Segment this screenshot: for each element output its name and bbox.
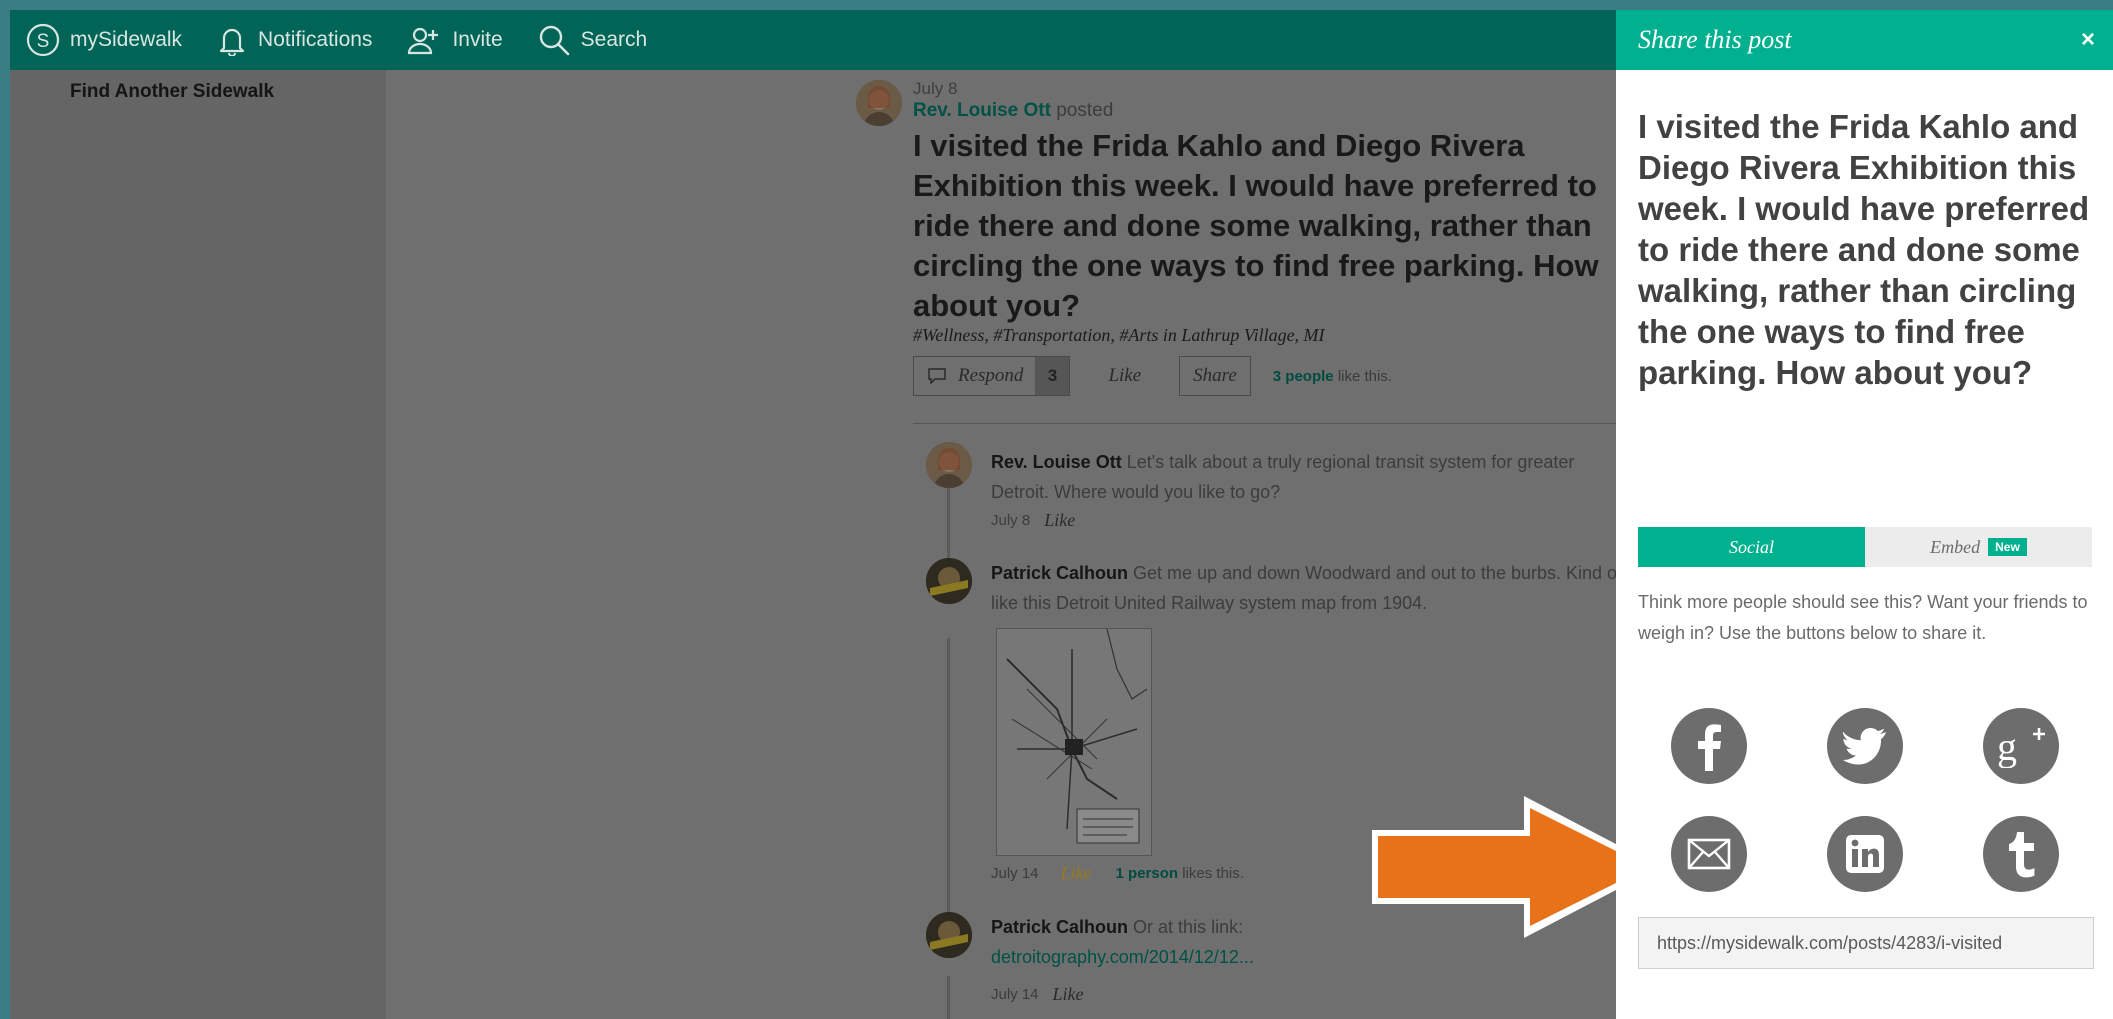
comment-author-link[interactable]: Rev. Louise Ott [991,452,1122,472]
post-tags: #Wellness, #Transportation, #Arts in Lat… [913,325,1325,346]
close-button[interactable]: × [2081,26,2095,54]
share-description: Think more people should see this? Want … [1638,592,2088,643]
post-action-label: posted [1056,100,1114,121]
find-another-sidewalk-link[interactable]: Find Another Sidewalk [70,81,274,103]
comment-author-link[interactable]: Patrick Calhoun [991,563,1128,583]
nav-invite-label: Invite [452,28,503,51]
share-tabs: Social Embed New [1638,527,2092,567]
respond-label: Respond [958,365,1024,386]
post-location[interactable]: Lathrup Village, MI [1181,325,1324,345]
tab-social-label: Social [1729,536,1774,557]
comment-likes-count-link[interactable]: 1 person [1116,865,1179,882]
post-author-line: Rev. Louise Ott posted [913,100,1113,122]
like-button[interactable]: Like [1108,365,1141,387]
comment-external-link[interactable]: detroitography.com/2014/12/12... [991,947,1254,967]
share-label: Share [1193,365,1237,386]
linkedin-share-button[interactable] [1827,816,1903,892]
google-plus-icon: g [1997,724,2045,768]
post-body: I visited the Frida Kahlo and Diego Rive… [913,128,1599,323]
comment-meta: July 14 Like 1 person likes this. [991,863,1244,884]
tab-embed[interactable]: Embed New [1865,527,2092,567]
location-prefix: in [1162,325,1177,345]
comment-text: Patrick Calhoun Get me up and down Woodw… [991,558,1631,618]
share-panel: Share this post × I visited the Frida Ka… [1616,10,2113,1019]
share-panel-title: Share this post [1638,25,1792,54]
nav-invite[interactable]: Invite [406,24,503,56]
share-url-field[interactable]: https://mysidewalk.com/posts/4283/i-visi… [1638,917,2094,969]
post-author-link[interactable]: Rev. Louise Ott [913,100,1051,121]
mysidewalk-logo-icon: S [26,23,60,57]
post-date: July 8 [913,79,958,98]
share-panel-header: Share this post × [1616,10,2113,70]
post-hashtags[interactable]: #Wellness, #Transportation, #Arts [913,325,1158,345]
email-share-button[interactable] [1671,816,1747,892]
facebook-share-button[interactable] [1671,708,1747,784]
brand-link[interactable]: S mySidewalk [26,23,182,57]
comment-meta: July 8 Like [991,510,1075,531]
new-badge: New [1988,538,2027,556]
comment-like-button[interactable]: Like [1053,984,1084,1005]
avatar-image [926,558,972,604]
comment-meta: July 14 Like [991,984,1084,1005]
avatar-image [926,912,972,958]
tab-social[interactable]: Social [1638,527,1865,567]
divider [913,423,1616,424]
comment-text: Rev. Louise Ott Let's talk about a truly… [991,447,1631,507]
likes-summary: 3 people like this. [1273,368,1392,385]
comment-like-button[interactable]: Like [1061,863,1092,884]
share-post-preview: I visited the Frida Kahlo and Diego Rive… [1638,108,2090,391]
comment-icon [928,368,946,384]
comment-date: July 8 [991,512,1031,529]
thread-line [947,976,950,1019]
comment-likes-summary: 1 person likes this. [1116,865,1244,882]
twitter-icon [1843,728,1886,765]
comment-author-link[interactable]: Patrick Calhoun [991,917,1128,937]
google-plus-share-button[interactable]: g [1983,708,2059,784]
tumblr-icon [2009,832,2035,878]
comment-body: Or at this link: [1133,917,1244,937]
facebook-icon [1698,724,1721,771]
brand-label: mySidewalk [70,28,183,51]
twitter-share-button[interactable] [1827,708,1903,784]
railway-map-image[interactable] [996,628,1152,856]
respond-button[interactable]: Respond 3 [913,356,1071,396]
likes-count-link[interactable]: 3 people [1273,368,1334,385]
likes-suffix: like this. [1337,367,1392,385]
tab-embed-label: Embed [1930,536,1981,557]
share-button[interactable]: Share [1179,356,1251,396]
bell-icon [219,28,245,56]
nav-notifications-label: Notifications [258,28,373,51]
tumblr-share-button[interactable] [1983,816,2059,892]
app-window: S mySidewalk Notifications Invite Search… [10,10,2113,1019]
nav-notifications[interactable]: Notifications [216,24,372,56]
nav-search[interactable]: Search [537,23,648,57]
linkedin-icon [1846,835,1884,873]
avatar-image [856,80,902,126]
email-icon [1687,838,1731,870]
thread-line [947,638,950,932]
avatar[interactable] [856,80,902,126]
post-actions: Respond 3 Like Share 3 people like this. [913,356,1392,396]
svg-text:g: g [1997,724,2017,768]
comment-like-button[interactable]: Like [1044,510,1075,531]
comment-date: July 14 [991,986,1039,1003]
add-user-icon [408,27,439,55]
railway-map-drawing [997,628,1151,855]
svg-text:S: S [37,31,50,52]
nav-search-label: Search [580,28,648,51]
left-sidebar: Find Another Sidewalk [10,70,386,1019]
top-nav: S mySidewalk Notifications Invite Search [10,10,1616,70]
avatar[interactable] [926,558,972,604]
avatar-image [926,442,972,488]
avatar[interactable] [926,912,972,958]
search-icon [539,25,569,56]
respond-count: 3 [1035,357,1070,395]
avatar[interactable] [926,442,972,488]
comment-likes-suffix: likes this. [1182,865,1244,882]
comment-date: July 14 [991,865,1039,882]
